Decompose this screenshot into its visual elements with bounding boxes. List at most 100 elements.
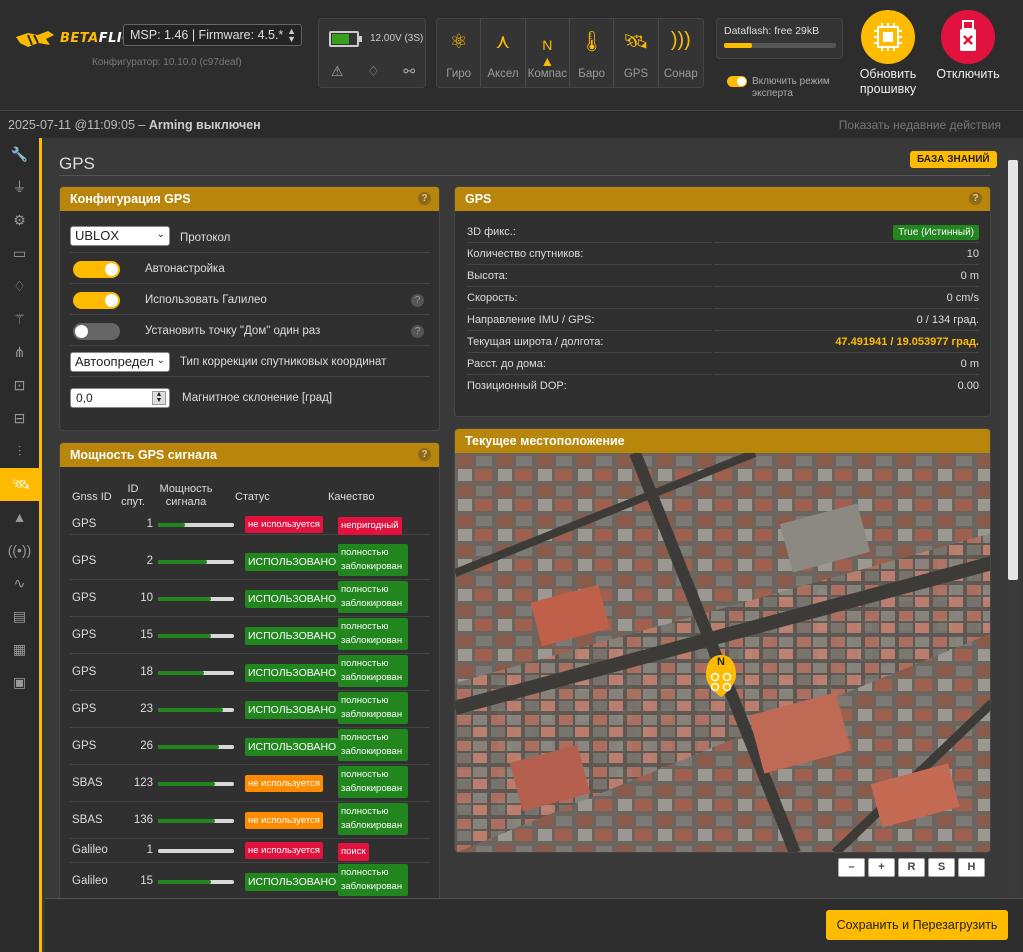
fix-badge: True (Истинный) (893, 225, 979, 240)
chip-icon: ▦ (12, 641, 27, 657)
sidebar-item-ports[interactable]: ⏚ (0, 171, 39, 204)
magdecl-input[interactable]: 0,0 ▲ ▼ (70, 388, 170, 408)
sidebar-item-setup[interactable]: 🔧 (0, 138, 39, 171)
col-strength-sub: сигнала (165, 496, 207, 508)
col-gnss: Gnss ID (72, 491, 112, 503)
sidebar-item-receiver[interactable]: ⊡ (0, 369, 39, 402)
sbas-label: Тип коррекции спутниковых координат (180, 356, 387, 368)
gps-config-panel: Конфигурация GPS ? UBLOX ⌄ Протокол Авто… (59, 186, 440, 431)
signal-row: GPS 23 ИСПОЛЬЗОВАНО полностью заблокирован (70, 691, 430, 728)
panel-title: Текущее местоположение (465, 434, 625, 448)
save-reboot-button[interactable]: Сохранить и Перезагрузить (826, 910, 1008, 940)
info-row-latlon: Текущая широта / долгота: 47.491941 / 19… (465, 331, 981, 353)
gnss-id: GPS (72, 592, 97, 604)
sidebar-item-blackbox[interactable]: ∿ (0, 567, 39, 600)
sidebar-item-modes[interactable]: ⊟ (0, 402, 39, 435)
sbas-select[interactable]: Автоопредел ⌄ (70, 352, 170, 372)
signal-row: Galileo 15 ИСПОЛЬЗОВАНО полностью заблокиро… (70, 863, 430, 898)
help-icon[interactable]: ? (411, 325, 424, 338)
satellite-id: 15 (140, 629, 153, 641)
help-icon[interactable]: ? (418, 192, 431, 205)
satellite-id: 23 (140, 703, 153, 715)
galileo-row: Использовать Галилео ? (70, 285, 430, 315)
magdecl-label: Магнитное склонение [град] (182, 392, 333, 404)
pulse-icon: ∿ (13, 575, 26, 591)
status-badge: ИСПОЛЬЗОВАНО (245, 664, 340, 682)
signal-strength-fill (158, 597, 212, 601)
msp-firmware-select[interactable]: MSP: 1.46 | Firmware: 4.5.* ▲ ▼ (123, 24, 302, 46)
sonar-icon: ))) (670, 29, 691, 51)
map-r-button[interactable]: R (898, 858, 925, 877)
quality-badge: полностью заблокирован (338, 618, 408, 650)
protocol-select[interactable]: UBLOX ⌄ (70, 226, 170, 246)
galileo-label: Использовать Галилео (145, 294, 267, 306)
sensor-label: Компас (527, 68, 567, 80)
dataflash-bar (724, 43, 836, 48)
signal-strength-bar (158, 523, 234, 527)
sidebar-item-osd[interactable]: ▤ (0, 600, 39, 633)
info-row-fix: 3D фикс.: True (Истинный) (465, 221, 981, 243)
satellite-map[interactable]: N (455, 453, 990, 852)
magic-wand-icon: ⚚ (13, 311, 26, 327)
update-firmware-button[interactable]: Обновить прошивку (853, 10, 923, 97)
status-badge: не используется (245, 516, 323, 533)
gps-icon: 🛰 (623, 31, 649, 53)
autoconfig-toggle[interactable] (73, 261, 120, 278)
quality-badge: полностью заблокирован (338, 766, 408, 798)
signal-strength-bar (158, 597, 234, 601)
status-badge: ИСПОЛЬЗОВАНО (245, 627, 340, 645)
panel-title: Мощность GPS сигнала (70, 448, 217, 462)
spinner-icon[interactable]: ▲ ▼ (152, 391, 166, 405)
signal-row: SBAS 123 не используется полностью заблокир… (70, 765, 430, 802)
plug-icon: ⏚ (12, 179, 27, 195)
sidebar-item-sensors[interactable]: ▦ (0, 633, 39, 666)
sidebar-item-configuration[interactable]: ⚙ (0, 204, 39, 237)
sidebar-item-adjustments[interactable]: ⫶ (0, 435, 39, 468)
sidebar-item-gps[interactable]: 🛰 (0, 468, 42, 501)
sidebar-item-cli[interactable]: ▣ (0, 666, 39, 699)
panel-title: Конфигурация GPS (70, 192, 191, 206)
signal-strength-fill (158, 671, 204, 675)
galileo-toggle[interactable] (73, 292, 120, 309)
zoom-in-button[interactable]: + (868, 858, 895, 877)
sbas-row: Автоопредел ⌄ Тип коррекции спутниковых … (70, 347, 430, 377)
sidebar-item-presets[interactable]: ⚚ (0, 303, 39, 336)
help-icon[interactable]: ? (969, 192, 982, 205)
expert-mode-toggle[interactable] (727, 76, 747, 87)
gps-signal-panel: Мощность GPS сигнала ? Gnss ID ID спут. М… (59, 442, 440, 898)
info-value: 0 cm/s (714, 292, 979, 309)
satellite-id: 15 (140, 875, 153, 887)
home-once-toggle[interactable] (73, 323, 120, 340)
info-key: Количество спутников: (467, 248, 712, 265)
magdecl-row: 0,0 ▲ ▼ Магнитное склонение [град] (70, 382, 430, 412)
protocol-row: UBLOX ⌄ Протокол (70, 223, 430, 253)
info-row-home-dist: Расст. до дома: 0 m (465, 353, 981, 375)
sensor-sonar: ))) Сонар (659, 19, 703, 87)
sidebar-item-failsafe[interactable]: ♢ (0, 270, 39, 303)
wiki-button[interactable]: БАЗА ЗНАНИЙ (910, 151, 997, 168)
info-row-pdop: Позиционный DOP: 0.00 (465, 375, 981, 397)
sidebar-item-pid[interactable]: ⋔ (0, 336, 39, 369)
zoom-out-button[interactable]: – (838, 858, 865, 877)
chip-icon (861, 10, 915, 64)
sidebar-item-motors[interactable]: ▲ (0, 501, 39, 534)
bee-icon (16, 31, 54, 47)
disconnect-button[interactable]: Отключить (933, 10, 1003, 82)
map-controls: – + R S H (838, 858, 985, 877)
hierarchy-icon: ⋔ (13, 344, 26, 360)
help-icon[interactable]: ? (418, 448, 431, 461)
parachute-icon: ♢ (367, 63, 380, 79)
map-h-button[interactable]: H (958, 858, 985, 877)
header: BETAFLIGHT MSP: 1.46 | Firmware: 4.5.* ▲… (0, 0, 1023, 110)
status-badge: не используется (245, 842, 323, 859)
scrollbar-thumb[interactable] (1008, 160, 1018, 580)
signal-row: GPS 18 ИСПОЛЬЗОВАНО полностью заблокирован (70, 654, 430, 691)
show-recent-actions-link[interactable]: Показать недавние действия (839, 118, 1001, 132)
sidebar-item-vtx[interactable]: ((•)) (0, 534, 39, 567)
scrollbar[interactable] (1007, 154, 1019, 898)
signal-row: GPS 1 не используется непригодный (70, 515, 430, 535)
sidebar-item-power[interactable]: ▭ (0, 237, 39, 270)
map-s-button[interactable]: S (928, 858, 955, 877)
quality-badge: поиск (338, 843, 369, 861)
help-icon[interactable]: ? (411, 294, 424, 307)
